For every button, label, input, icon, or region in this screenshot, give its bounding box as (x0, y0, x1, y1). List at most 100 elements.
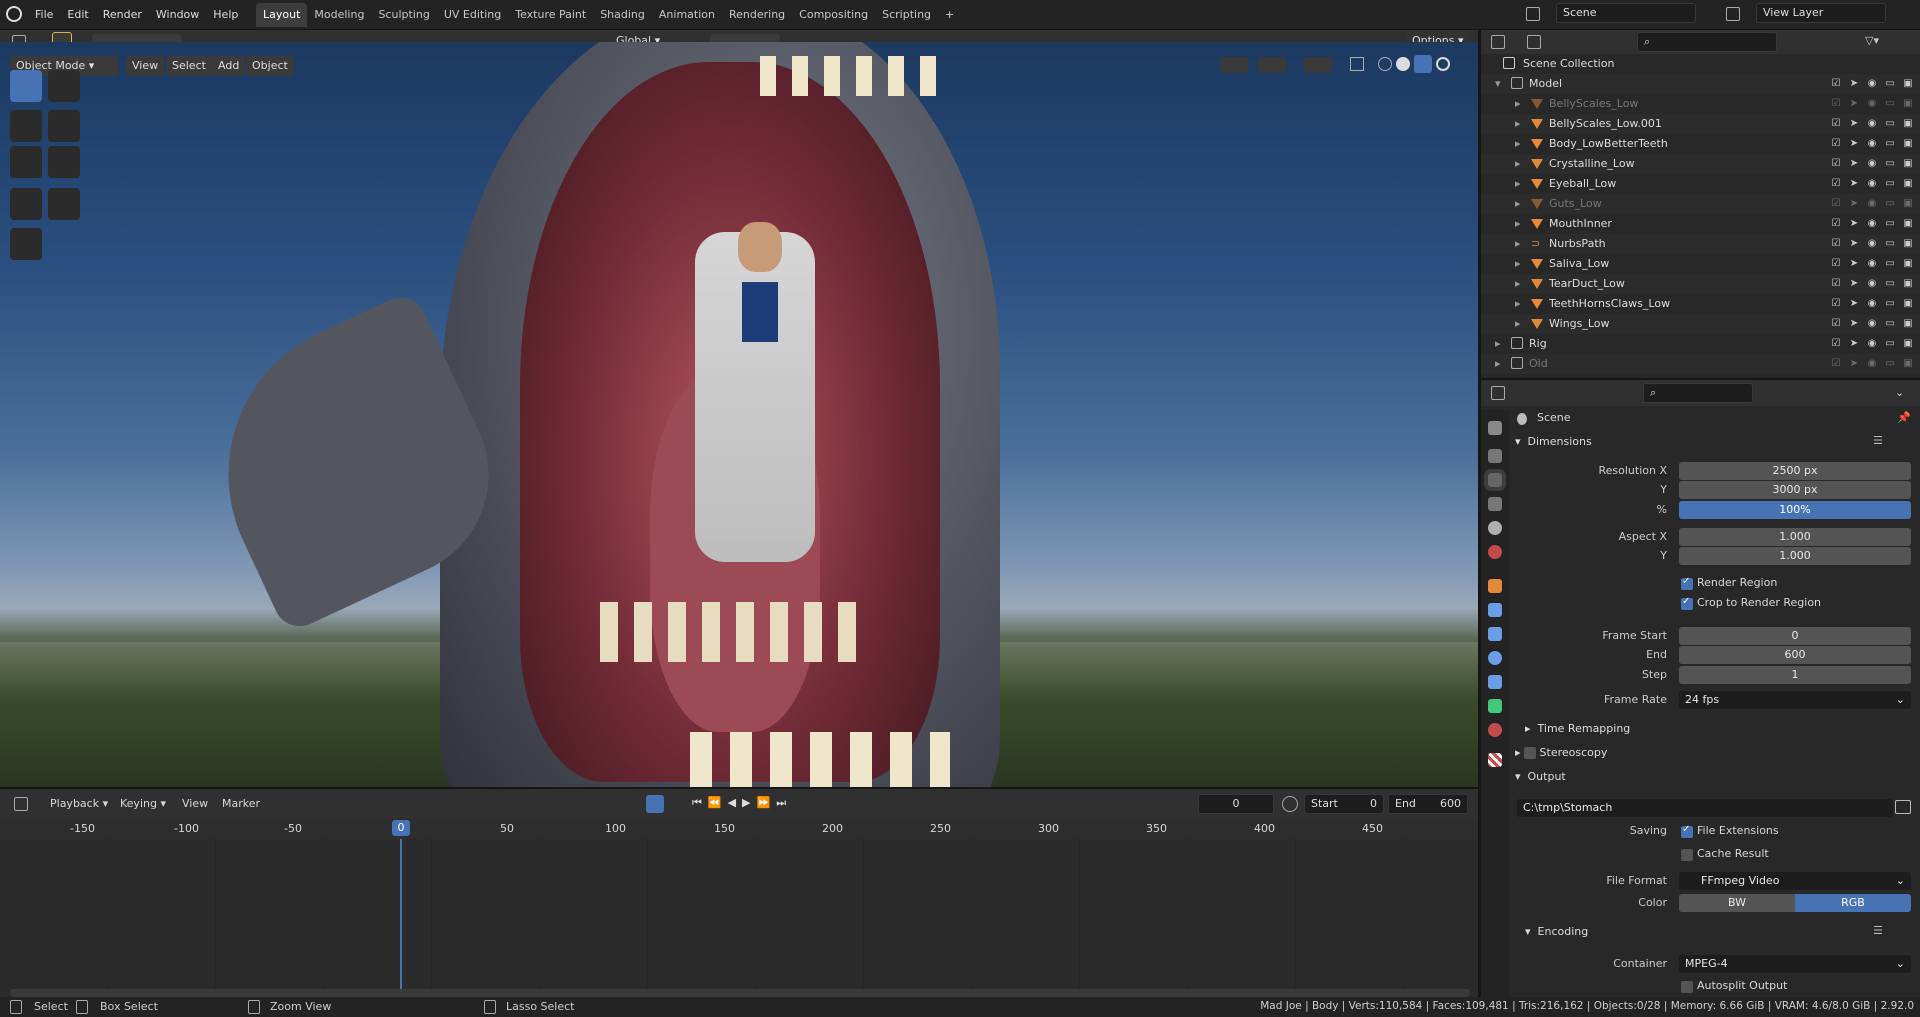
cache-result-checkbox[interactable] (1681, 849, 1693, 861)
timeline-editor-type-icon[interactable] (14, 797, 28, 811)
viewport-display-icon[interactable]: ▭ (1884, 278, 1896, 290)
filter-icon[interactable]: ▽▾ (1865, 34, 1879, 47)
output-tab-icon[interactable] (1484, 469, 1506, 491)
aspect-y-field[interactable]: 1.000 (1679, 547, 1911, 565)
gizmo-icon[interactable] (1258, 57, 1286, 73)
render-camera-icon[interactable]: ▣ (1902, 78, 1914, 90)
render-camera-icon[interactable]: ▣ (1902, 258, 1914, 270)
frame-end-field[interactable]: 600 (1679, 646, 1911, 664)
exclude-checkbox-icon[interactable]: ☑ (1830, 158, 1842, 170)
eye-icon[interactable]: ◉ (1866, 358, 1878, 370)
viewport-display-icon[interactable]: ▭ (1884, 238, 1896, 250)
expand-toggle-icon[interactable]: ▸ (1515, 234, 1521, 254)
transform-tool-icon[interactable] (48, 146, 80, 178)
viewport-display-icon[interactable]: ▭ (1884, 258, 1896, 270)
properties-search-input[interactable]: ⌕ (1643, 383, 1753, 403)
viewport-display-icon[interactable]: ▭ (1884, 198, 1896, 210)
xray-icon[interactable] (1350, 57, 1364, 71)
render-camera-icon[interactable]: ▣ (1902, 278, 1914, 290)
frame-ruler[interactable]: -150 -100 -50 0 50 100 150 200 250 300 3… (0, 819, 1478, 839)
outliner-editor-type-icon[interactable] (1491, 35, 1505, 49)
viewport-display-icon[interactable]: ▭ (1884, 178, 1896, 190)
selectable-icon[interactable]: ➤ (1848, 198, 1860, 210)
scene-tab-icon[interactable] (1488, 521, 1502, 535)
encoding-presets-icon[interactable]: ☰ (1873, 924, 1883, 937)
render-camera-icon[interactable]: ▣ (1902, 358, 1914, 370)
selectable-icon[interactable]: ➤ (1848, 338, 1860, 350)
tab-shading[interactable]: Shading (593, 3, 652, 27)
frame-rate-dropdown[interactable]: 24 fps ⌄ (1679, 691, 1911, 709)
outliner-row[interactable]: ▸ BellyScales_Low.001 ☑ ➤ ◉ ▭ ▣ (1481, 114, 1920, 134)
expand-toggle-icon[interactable]: ▸ (1515, 274, 1521, 294)
tab-uv-editing[interactable]: UV Editing (437, 3, 508, 27)
tab-layout[interactable]: Layout (256, 3, 308, 27)
outliner-row[interactable]: ▸ Eyeball_Low ☑ ➤ ◉ ▭ ▣ (1481, 174, 1920, 194)
particles-tab-icon[interactable] (1488, 627, 1502, 641)
color-bw-button[interactable]: BW (1679, 894, 1795, 912)
expand-toggle-icon[interactable]: ▸ (1515, 94, 1521, 114)
frame-start-field[interactable]: 0 (1679, 627, 1911, 645)
selectable-icon[interactable]: ➤ (1848, 118, 1860, 130)
add-cube-tool-icon[interactable] (10, 228, 42, 260)
expand-toggle-icon[interactable]: ▸ (1495, 334, 1501, 354)
eye-icon[interactable]: ◉ (1866, 258, 1878, 270)
playback-controls[interactable]: ⏮⏪◀▶⏩⏭ (692, 796, 792, 810)
exclude-checkbox-icon[interactable]: ☑ (1830, 178, 1842, 190)
outliner-row[interactable]: ▾ Model ☑ ➤ ◉ ▭ ▣ (1481, 74, 1920, 94)
render-camera-icon[interactable]: ▣ (1902, 218, 1914, 230)
render-camera-icon[interactable]: ▣ (1902, 238, 1914, 250)
rendered-shading-icon[interactable] (1436, 57, 1450, 71)
tab-texture-paint[interactable]: Texture Paint (508, 3, 593, 27)
modifiers-tab-icon[interactable] (1488, 603, 1502, 617)
render-camera-icon[interactable]: ▣ (1902, 158, 1914, 170)
eye-icon[interactable]: ◉ (1866, 118, 1878, 130)
selectable-icon[interactable]: ➤ (1848, 238, 1860, 250)
view-layer-field[interactable]: View Layer (1756, 3, 1886, 23)
crop-region-checkbox[interactable] (1681, 596, 1693, 610)
end-frame-field[interactable]: End 600 (1388, 794, 1468, 814)
cursor-tool-icon[interactable] (48, 70, 80, 102)
material-shading-icon[interactable] (1414, 55, 1432, 73)
outliner-row[interactable]: ▸ Body_LowBetterTeeth ☑ ➤ ◉ ▭ ▣ (1481, 134, 1920, 154)
aspect-x-field[interactable]: 1.000 (1679, 528, 1911, 546)
viewport-display-icon[interactable]: ▭ (1884, 338, 1896, 350)
viewport-menu-view[interactable]: View (126, 56, 165, 76)
exclude-checkbox-icon[interactable]: ☑ (1830, 278, 1842, 290)
exclude-checkbox-icon[interactable]: ☑ (1830, 98, 1842, 110)
tab-modeling[interactable]: Modeling (307, 3, 371, 27)
resolution-x-field[interactable]: 2500 px (1679, 462, 1911, 480)
render-camera-icon[interactable]: ▣ (1902, 178, 1914, 190)
expand-toggle-icon[interactable]: ▸ (1515, 114, 1521, 134)
render-camera-icon[interactable]: ▣ (1902, 298, 1914, 310)
outliner-row[interactable]: ▸ Saliva_Low ☑ ➤ ◉ ▭ ▣ (1481, 254, 1920, 274)
move-tool-icon[interactable] (10, 110, 42, 142)
scale-tool-icon[interactable] (10, 146, 42, 178)
exclude-checkbox-icon[interactable]: ☑ (1830, 78, 1842, 90)
output-path-field[interactable]: C:\tmp\Stomach (1517, 799, 1893, 817)
annotate-tool-icon[interactable] (10, 188, 42, 220)
select-box-tool-icon[interactable] (10, 70, 42, 102)
selectable-icon[interactable]: ➤ (1848, 98, 1860, 110)
texture-tab-icon[interactable] (1488, 753, 1502, 767)
viewport-display-icon[interactable]: ▭ (1884, 318, 1896, 330)
viewport-menu-select[interactable]: Select (166, 56, 212, 76)
current-frame-field[interactable]: 0 (1198, 794, 1274, 814)
tab-sculpting[interactable]: Sculpting (371, 3, 436, 27)
exclude-checkbox-icon[interactable]: ☑ (1830, 238, 1842, 250)
render-region-checkbox[interactable] (1681, 576, 1693, 590)
constraints-tab-icon[interactable] (1488, 675, 1502, 689)
render-camera-icon[interactable]: ▣ (1902, 198, 1914, 210)
file-extensions-checkbox[interactable] (1681, 824, 1693, 838)
dimensions-panel-header[interactable]: ▾ Dimensions (1515, 431, 1915, 453)
color-rgb-button[interactable]: RGB (1795, 894, 1911, 912)
eye-icon[interactable]: ◉ (1866, 78, 1878, 90)
outliner-row[interactable]: ▸ TearDuct_Low ☑ ➤ ◉ ▭ ▣ (1481, 274, 1920, 294)
viewport-display-icon[interactable]: ▭ (1884, 78, 1896, 90)
stereoscopy-header[interactable]: ▸ Stereoscopy (1515, 742, 1915, 764)
display-mode-icon[interactable] (1527, 35, 1541, 49)
render-tab-icon[interactable] (1488, 449, 1502, 463)
expand-toggle-icon[interactable]: ▸ (1515, 314, 1521, 334)
eye-icon[interactable]: ◉ (1866, 158, 1878, 170)
collapse-icon[interactable]: ⌄ (1895, 386, 1904, 399)
eye-icon[interactable]: ◉ (1866, 238, 1878, 250)
